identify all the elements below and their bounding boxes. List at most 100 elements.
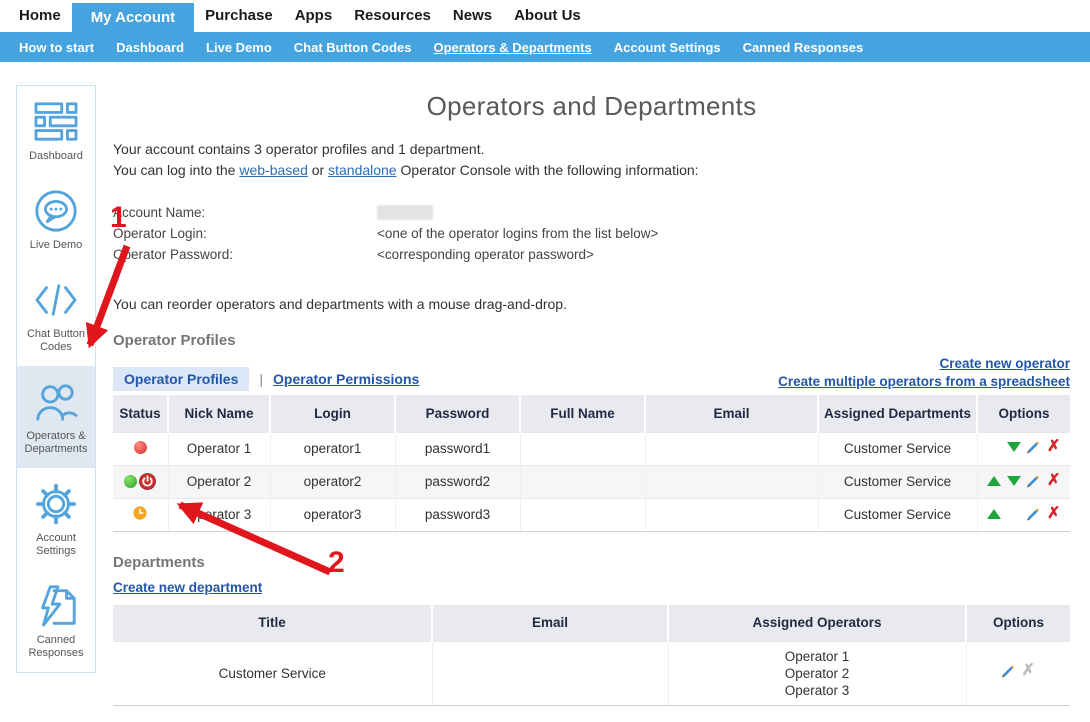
- sidebar-item-chat-button-codes[interactable]: Chat Button Codes: [17, 264, 95, 366]
- nick-name-cell: Operator 2: [168, 465, 270, 498]
- department-title-cell: Customer Service: [113, 642, 432, 706]
- sub-nav-operators-departments[interactable]: Operators & Departments: [423, 40, 603, 55]
- col-assigned-operators: Assigned Operators: [668, 605, 966, 642]
- col-nick-name: Nick Name: [168, 395, 270, 432]
- delete-operator-button[interactable]: ✗: [1047, 473, 1060, 489]
- page: Home My Account Purchase Apps Resources …: [0, 0, 1090, 722]
- sub-nav-live-demo[interactable]: Live Demo: [195, 40, 283, 55]
- sidebar-label: Chat Button Codes: [20, 328, 92, 354]
- tab-operator-profiles[interactable]: Operator Profiles: [113, 367, 249, 391]
- edit-operator-button[interactable]: [1026, 475, 1041, 487]
- move-up-button[interactable]: [987, 509, 1001, 519]
- reorder-note: You can reorder operators and department…: [113, 296, 1070, 312]
- col-title: Title: [113, 605, 432, 642]
- col-password: Password: [395, 395, 520, 432]
- top-nav-home[interactable]: Home: [8, 0, 72, 32]
- assigned-departments-cell: Customer Service: [818, 465, 977, 498]
- top-nav-resources[interactable]: Resources: [343, 0, 442, 32]
- operator-toolbar: Operator Profiles | Operator Permissions…: [113, 355, 1070, 391]
- email-cell: [645, 498, 818, 531]
- logout-operator-button[interactable]: [139, 473, 156, 490]
- top-nav-purchase[interactable]: Purchase: [194, 0, 284, 32]
- web-based-link[interactable]: web-based: [239, 162, 308, 178]
- operator-row-3: Operator 3 operator3 password3 Customer …: [113, 498, 1070, 531]
- create-new-operator-link[interactable]: Create new operator: [939, 355, 1070, 373]
- canned-responses-icon: [32, 583, 80, 629]
- move-up-button[interactable]: [987, 476, 1001, 486]
- operators-icon: [32, 379, 80, 425]
- top-nav: Home My Account Purchase Apps Resources …: [0, 0, 1090, 32]
- top-nav-news[interactable]: News: [442, 0, 503, 32]
- edit-operator-button[interactable]: [1026, 441, 1041, 453]
- col-email: Email: [645, 395, 818, 432]
- full-name-cell: [520, 498, 645, 531]
- sidebar-label: Operators & Departments: [20, 430, 92, 456]
- sidebar-item-live-demo[interactable]: Live Demo: [17, 175, 95, 264]
- sub-nav-dashboard[interactable]: Dashboard: [105, 40, 195, 55]
- operator-row-2: Operator 2 operator2 password2 Customer …: [113, 465, 1070, 498]
- table-header-row: Status Nick Name Login Password Full Nam…: [113, 395, 1070, 432]
- col-login: Login: [270, 395, 395, 432]
- login-cell: operator3: [270, 498, 395, 531]
- login-cell: operator1: [270, 432, 395, 465]
- sub-nav-canned-responses[interactable]: Canned Responses: [732, 40, 875, 55]
- department-email-cell: [432, 642, 668, 706]
- standalone-link[interactable]: standalone: [328, 162, 397, 178]
- delete-operator-button[interactable]: ✗: [1047, 439, 1060, 455]
- full-name-cell: [520, 432, 645, 465]
- col-assigned-departments: Assigned Departments: [818, 395, 977, 432]
- assigned-departments-cell: Customer Service: [818, 432, 977, 465]
- sidebar-item-operators-departments[interactable]: Operators & Departments: [17, 366, 95, 468]
- account-name-redacted: [377, 205, 433, 220]
- delete-operator-button[interactable]: ✗: [1047, 506, 1060, 522]
- sidebar-item-dashboard[interactable]: Dashboard: [17, 86, 95, 175]
- edit-operator-button[interactable]: [1026, 508, 1041, 520]
- sidebar-label: Account Settings: [20, 532, 92, 558]
- page-title: Operators and Departments: [113, 91, 1070, 122]
- operator-password-value: <corresponding operator password>: [377, 244, 594, 265]
- nick-name-cell: Operator 3: [168, 498, 270, 531]
- operator-profiles-heading: Operator Profiles: [113, 332, 1070, 349]
- col-email: Email: [432, 605, 668, 642]
- sidebar-label: Canned Responses: [20, 634, 92, 660]
- departments-heading: Departments: [113, 554, 1070, 571]
- col-options: Options: [966, 605, 1070, 642]
- col-status: Status: [113, 395, 168, 432]
- password-cell: password3: [395, 498, 520, 531]
- create-operator-links: Create new operator Create multiple oper…: [778, 355, 1070, 391]
- operator-password-label: Operator Password:: [113, 244, 377, 265]
- sub-nav-how-to-start[interactable]: How to start: [8, 40, 105, 55]
- status-online-icon: [124, 475, 137, 488]
- gear-icon: [32, 481, 80, 527]
- code-icon: [32, 277, 80, 323]
- operator-row-1: Operator 1 operator1 password1 Customer …: [113, 432, 1070, 465]
- sub-nav-chat-button-codes[interactable]: Chat Button Codes: [283, 40, 423, 55]
- sidebar-item-account-settings[interactable]: Account Settings: [17, 468, 95, 570]
- top-nav-my-account[interactable]: My Account: [72, 3, 194, 32]
- col-options: Options: [977, 395, 1070, 432]
- tab-separator: |: [259, 371, 263, 387]
- intro-text: Your account contains 3 operator profile…: [113, 139, 1070, 181]
- email-cell: [645, 432, 818, 465]
- sidebar-item-canned-responses[interactable]: Canned Responses: [17, 570, 95, 672]
- delete-department-button-disabled: ✗: [1022, 663, 1035, 679]
- top-nav-apps[interactable]: Apps: [284, 0, 344, 32]
- live-demo-icon: [32, 188, 80, 234]
- intro-line1: Your account contains 3 operator profile…: [113, 141, 485, 157]
- full-name-cell: [520, 465, 645, 498]
- table-header-row: Title Email Assigned Operators Options: [113, 605, 1070, 642]
- departments-table: Title Email Assigned Operators Options C…: [113, 605, 1070, 707]
- move-down-button[interactable]: [1007, 442, 1021, 452]
- sub-nav-account-settings[interactable]: Account Settings: [603, 40, 732, 55]
- create-multiple-operators-link[interactable]: Create multiple operators from a spreads…: [778, 373, 1070, 391]
- department-row: Customer Service Operator 1 Operator 2 O…: [113, 642, 1070, 706]
- status-offline-icon: [134, 441, 147, 454]
- create-new-department-link[interactable]: Create new department: [113, 580, 262, 595]
- col-full-name: Full Name: [520, 395, 645, 432]
- top-nav-about-us[interactable]: About Us: [503, 0, 592, 32]
- move-down-button[interactable]: [1007, 476, 1021, 486]
- operator-profiles-table: Status Nick Name Login Password Full Nam…: [113, 395, 1070, 532]
- edit-department-button[interactable]: [1001, 665, 1016, 677]
- tab-operator-permissions[interactable]: Operator Permissions: [273, 371, 419, 387]
- operator-login-value: <one of the operator logins from the lis…: [377, 223, 658, 244]
